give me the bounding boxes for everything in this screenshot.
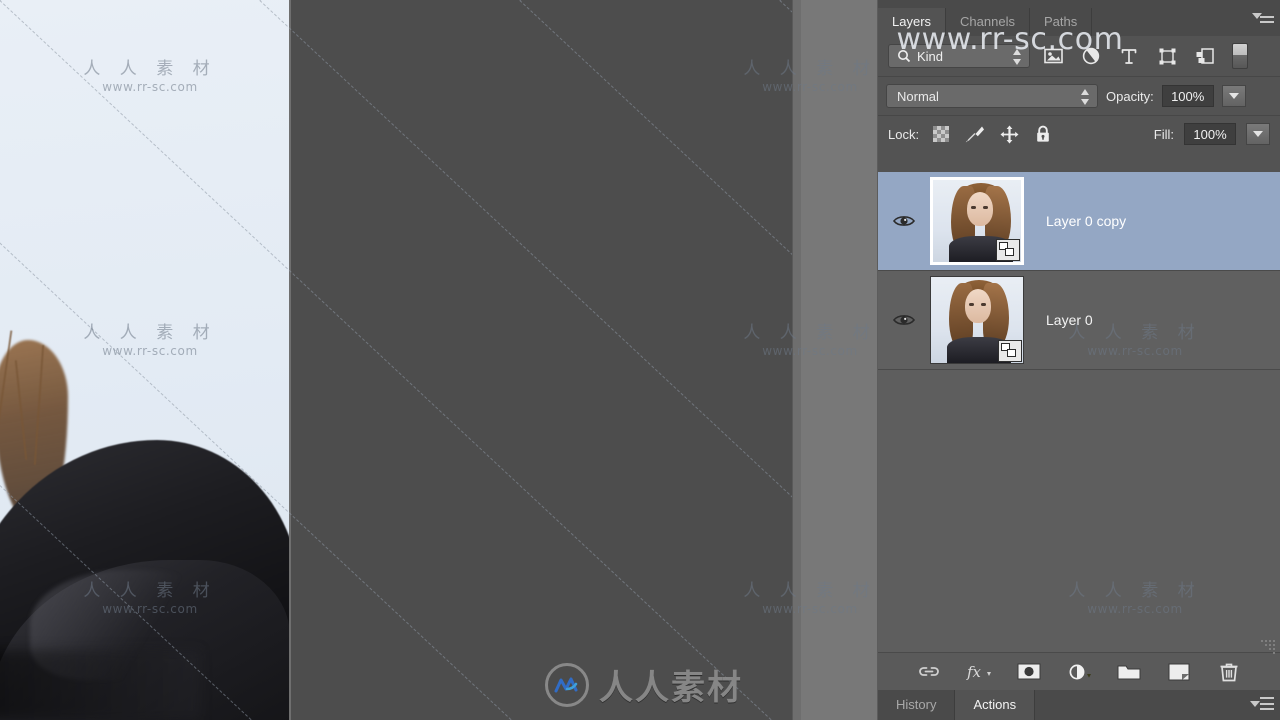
layer-thumbnail[interactable] [930, 276, 1024, 364]
link-layers-button[interactable] [914, 659, 944, 685]
tab-layers[interactable]: Layers [878, 8, 947, 36]
layers-panel-toolbar: fx [878, 640, 1280, 690]
fill-input[interactable]: 100% [1184, 123, 1236, 145]
blend-mode-value: Normal [897, 88, 939, 104]
svg-text:fx: fx [966, 663, 982, 681]
tab-actions[interactable]: Actions [955, 690, 1036, 720]
filter-type-icon[interactable] [1114, 43, 1144, 69]
fill-dropdown-button[interactable] [1246, 123, 1270, 145]
rr-logo-text: 人人素材 [599, 668, 743, 708]
blend-mode-row: Normal Opacity: 100% [878, 77, 1280, 115]
filter-kind-icon [897, 49, 911, 63]
new-adjustment-layer-button[interactable] [1064, 659, 1094, 685]
lock-transparent-pixels-icon[interactable] [929, 123, 953, 145]
layer-thumbnail[interactable] [930, 177, 1024, 265]
layer-visibility-toggle[interactable] [878, 313, 930, 327]
tab-paths[interactable]: Paths [1029, 8, 1093, 36]
bottom-panel-tab-bar: History Actions [878, 690, 1280, 720]
filter-kind-stepper[interactable] [1013, 49, 1022, 65]
tab-history[interactable]: History [878, 690, 956, 720]
filter-smart-object-icon[interactable] [1190, 43, 1220, 69]
panel-menu-icon[interactable] [1250, 697, 1274, 713]
fill-label: Fill: [1153, 126, 1174, 142]
filter-enable-toggle[interactable] [1232, 43, 1248, 69]
canvas-edge [289, 0, 291, 720]
panel-menu-icon[interactable] [1252, 8, 1274, 26]
filter-kind-select[interactable]: Kind [888, 44, 1030, 68]
collapsed-panel-dock[interactable] [792, 0, 878, 720]
filter-adjustment-icon[interactable] [1076, 43, 1106, 69]
photo-jacket-dark [0, 650, 200, 720]
lock-row: Lock: Fill: 100% [878, 116, 1280, 152]
delete-layer-button[interactable] [1214, 659, 1244, 685]
panel-tab-bar: Layers Channels Paths [878, 0, 1280, 36]
rr-logo-icon [545, 662, 589, 707]
photoshop-window: 人人素材 Layers Channels Paths Kind Normal O… [0, 0, 1280, 720]
tab-channels[interactable]: Channels [946, 8, 1030, 36]
new-group-button[interactable] [1114, 659, 1144, 685]
filter-kind-label: Kind [917, 48, 944, 64]
smart-object-badge-icon [996, 239, 1020, 261]
layers-panel: Layers Channels Paths Kind Normal Opacit… [878, 0, 1280, 720]
lock-position-icon[interactable] [997, 123, 1021, 145]
blend-mode-stepper[interactable] [1081, 89, 1090, 105]
layer-name[interactable]: Layer 0 copy [1024, 213, 1280, 229]
layer-style-button[interactable]: fx [964, 659, 994, 685]
smart-object-badge-icon [998, 340, 1022, 362]
opacity-label: Opacity: [1106, 88, 1154, 104]
blend-mode-select[interactable]: Normal [886, 84, 1098, 108]
opacity-input[interactable]: 100% [1161, 85, 1214, 107]
layer-filter-row: Kind [878, 36, 1280, 76]
canvas-workspace[interactable]: 人人素材 [0, 0, 1280, 720]
layer-mask-button[interactable] [1014, 659, 1044, 685]
filter-shape-icon[interactable] [1152, 43, 1182, 69]
layer-visibility-toggle[interactable] [878, 214, 930, 228]
table-row[interactable]: Layer 0 copy [878, 172, 1280, 271]
filter-pixel-icon[interactable] [1038, 43, 1068, 69]
layers-list[interactable]: Layer 0 copy Layer 0 [878, 172, 1280, 652]
opacity-dropdown-button[interactable] [1221, 85, 1246, 107]
lock-all-icon[interactable] [1031, 123, 1055, 145]
table-row[interactable]: Layer 0 [878, 271, 1280, 370]
rr-logo-watermark: 人人素材 [545, 660, 743, 709]
layer-name[interactable]: Layer 0 [1024, 312, 1280, 328]
document-canvas[interactable] [0, 0, 291, 720]
lock-image-pixels-icon[interactable] [963, 123, 987, 145]
new-layer-button[interactable] [1164, 659, 1194, 685]
lock-label: Lock: [888, 126, 920, 142]
